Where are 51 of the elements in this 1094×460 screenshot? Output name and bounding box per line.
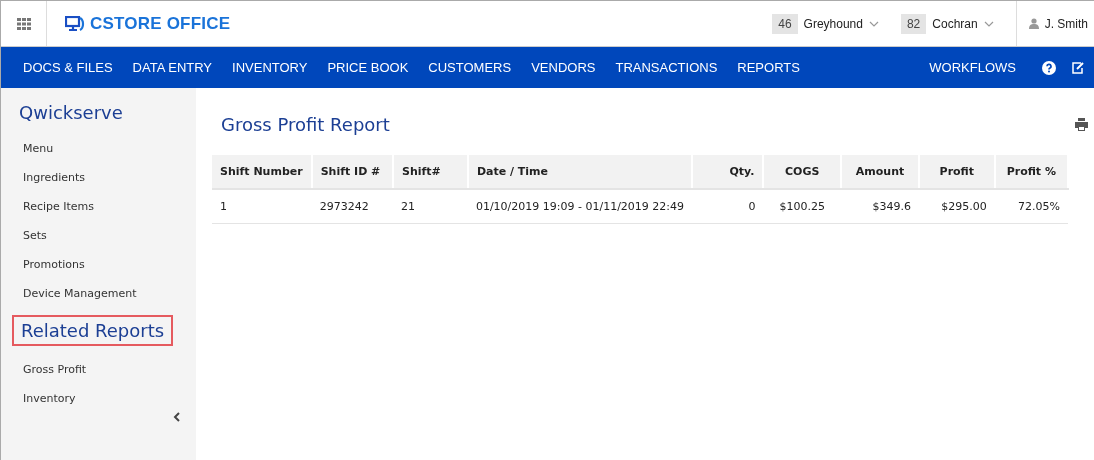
table-cell: 21 xyxy=(393,189,468,224)
report-title: Gross Profit Report xyxy=(221,114,390,135)
logo-icon xyxy=(65,15,87,32)
table-cell: 01/10/2019 19:09 - 01/11/2019 22:49 xyxy=(467,189,693,224)
nav-item[interactable]: INVENTORY xyxy=(232,60,308,75)
column-header: Profit % xyxy=(994,155,1068,189)
sidebar-title: Qwickserve xyxy=(19,102,124,123)
nav-item[interactable]: VENDORS xyxy=(531,60,596,75)
store-selector[interactable]: 82 Cochran xyxy=(900,13,994,34)
table-cell: $100.25 xyxy=(763,189,842,224)
nav-item[interactable]: WORKFLOWS xyxy=(929,60,1016,75)
collapse-icon[interactable] xyxy=(173,412,180,422)
sidebar-item[interactable]: Menu xyxy=(19,134,196,163)
sidebar-item[interactable]: Inventory xyxy=(19,384,196,413)
nav-item[interactable]: CUSTOMERS xyxy=(428,60,512,75)
store-selector[interactable]: 46 Greyhound xyxy=(772,13,879,34)
sidebar-item[interactable]: Gross Profit xyxy=(19,355,196,384)
table-cell: 2973242 xyxy=(311,189,393,224)
column-header: Amount xyxy=(841,155,919,189)
table-cell: 1 xyxy=(212,189,312,224)
column-header: Shift# xyxy=(393,155,468,189)
user-icon xyxy=(1028,18,1039,29)
nav-item[interactable]: TRANSACTIONS xyxy=(615,60,718,75)
sidebar-item[interactable]: Recipe Items xyxy=(19,192,196,221)
nav-item[interactable]: DATA ENTRY xyxy=(132,60,213,75)
nav-item[interactable]: REPORTS xyxy=(737,60,800,75)
sidebar-item[interactable]: Promotions xyxy=(19,250,196,279)
nav-item[interactable]: PRICE BOOK xyxy=(327,60,409,75)
table-cell: $295.00 xyxy=(919,189,995,224)
column-header: Shift ID # xyxy=(311,155,393,189)
chevron-down-icon xyxy=(868,20,879,27)
column-header: Qty. xyxy=(692,155,764,189)
user-menu[interactable]: J. Smith xyxy=(1015,1,1094,46)
section-title: Related Reports xyxy=(12,315,174,346)
print-icon[interactable] xyxy=(1075,118,1088,131)
grid-icon xyxy=(16,17,31,30)
table-cell: $349.6 xyxy=(841,189,919,224)
column-header: Profit xyxy=(919,155,995,189)
edit-icon[interactable] xyxy=(1072,60,1084,75)
chevron-down-icon xyxy=(983,20,994,27)
sidebar-item[interactable]: Ingredients xyxy=(19,163,196,192)
table-cell: 72.05% xyxy=(994,189,1068,224)
nav-item[interactable]: DOCS & FILES xyxy=(23,60,113,75)
column-header: Shift Number xyxy=(212,155,312,189)
logo-text: CSTORE OFFICE xyxy=(90,13,231,34)
help-icon[interactable] xyxy=(1042,60,1056,75)
table-cell: 0 xyxy=(692,189,764,224)
column-header: COGS xyxy=(763,155,842,189)
column-header: Date / Time xyxy=(467,155,693,189)
sidebar-item[interactable]: Device Management xyxy=(19,279,196,308)
sidebar-item[interactable]: Sets xyxy=(19,221,196,250)
